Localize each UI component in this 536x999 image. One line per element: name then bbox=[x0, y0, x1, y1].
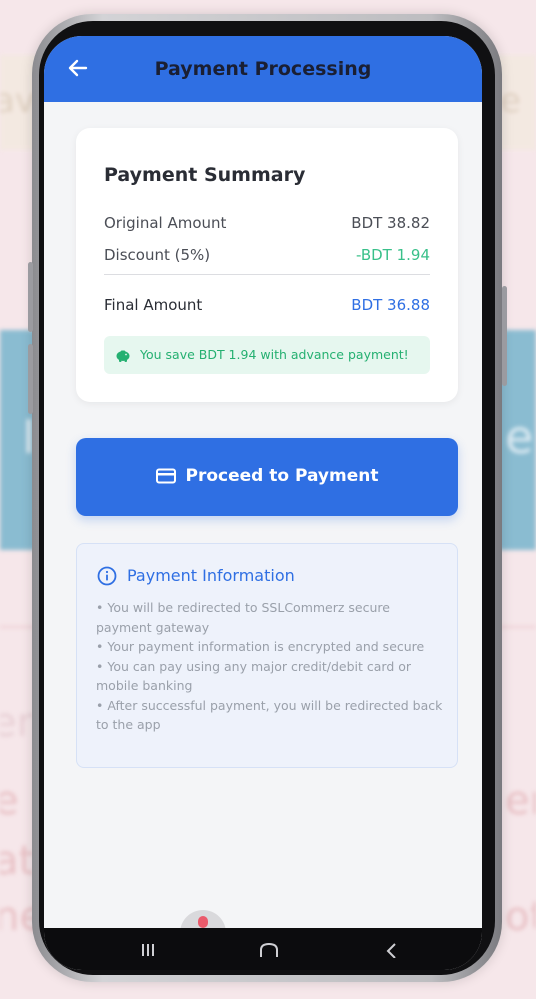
original-amount-value: BDT 38.82 bbox=[351, 214, 430, 232]
power-button bbox=[502, 286, 507, 386]
app-screen: Payment Processing Payment Summary Origi… bbox=[44, 36, 482, 970]
app-bar: Payment Processing bbox=[44, 36, 482, 102]
payment-summary-card: Payment Summary Original Amount BDT 38.8… bbox=[76, 128, 458, 402]
savings-banner: You save BDT 1.94 with advance payment! bbox=[104, 336, 430, 374]
recent-apps-button[interactable] bbox=[136, 942, 160, 958]
final-amount-value: BDT 36.88 bbox=[351, 296, 430, 314]
system-navigation-bar bbox=[44, 928, 482, 970]
proceed-button-label: Proceed to Payment bbox=[185, 466, 379, 486]
discount-row: Discount (5%) -BDT 1.94 bbox=[104, 246, 430, 266]
recent-apps-icon bbox=[142, 944, 154, 956]
volume-button bbox=[28, 344, 33, 414]
record-dot-icon bbox=[198, 916, 208, 928]
info-item: • After successful payment, you will be … bbox=[96, 697, 443, 733]
discount-label: Discount (5%) bbox=[104, 246, 211, 264]
savings-text: You save BDT 1.94 with advance payment! bbox=[140, 347, 409, 362]
summary-title: Payment Summary bbox=[104, 164, 306, 186]
final-amount-row: Final Amount BDT 36.88 bbox=[104, 296, 430, 316]
payment-information-box: Payment Information • You will be redire… bbox=[76, 543, 458, 768]
piggy-bank-icon bbox=[116, 350, 130, 362]
info-item: • You will be redirected to SSLCommerz s… bbox=[96, 600, 390, 635]
final-amount-label: Final Amount bbox=[104, 296, 203, 314]
original-amount-label: Original Amount bbox=[104, 214, 227, 232]
info-list: • You will be redirected to SSLCommerz s… bbox=[96, 598, 443, 735]
home-icon bbox=[260, 942, 278, 957]
info-item: • You can pay using any major credit/deb… bbox=[96, 658, 412, 694]
proceed-button-content: Proceed to Payment bbox=[76, 466, 458, 486]
volume-button bbox=[28, 262, 33, 332]
back-nav-button[interactable] bbox=[380, 942, 404, 959]
chevron-left-icon bbox=[386, 943, 396, 959]
original-amount-row: Original Amount BDT 38.82 bbox=[104, 214, 430, 234]
info-item: • Your payment information is encrypted … bbox=[96, 639, 425, 654]
credit-card-icon bbox=[155, 468, 176, 484]
home-button[interactable] bbox=[257, 942, 281, 958]
discount-value: -BDT 1.94 bbox=[355, 246, 430, 264]
page-title: Payment Processing bbox=[154, 58, 372, 80]
info-circle-icon bbox=[97, 566, 117, 586]
summary-divider bbox=[104, 274, 430, 275]
proceed-to-payment-button[interactable]: Proceed to Payment bbox=[76, 438, 458, 516]
info-title: Payment Information bbox=[127, 566, 295, 585]
